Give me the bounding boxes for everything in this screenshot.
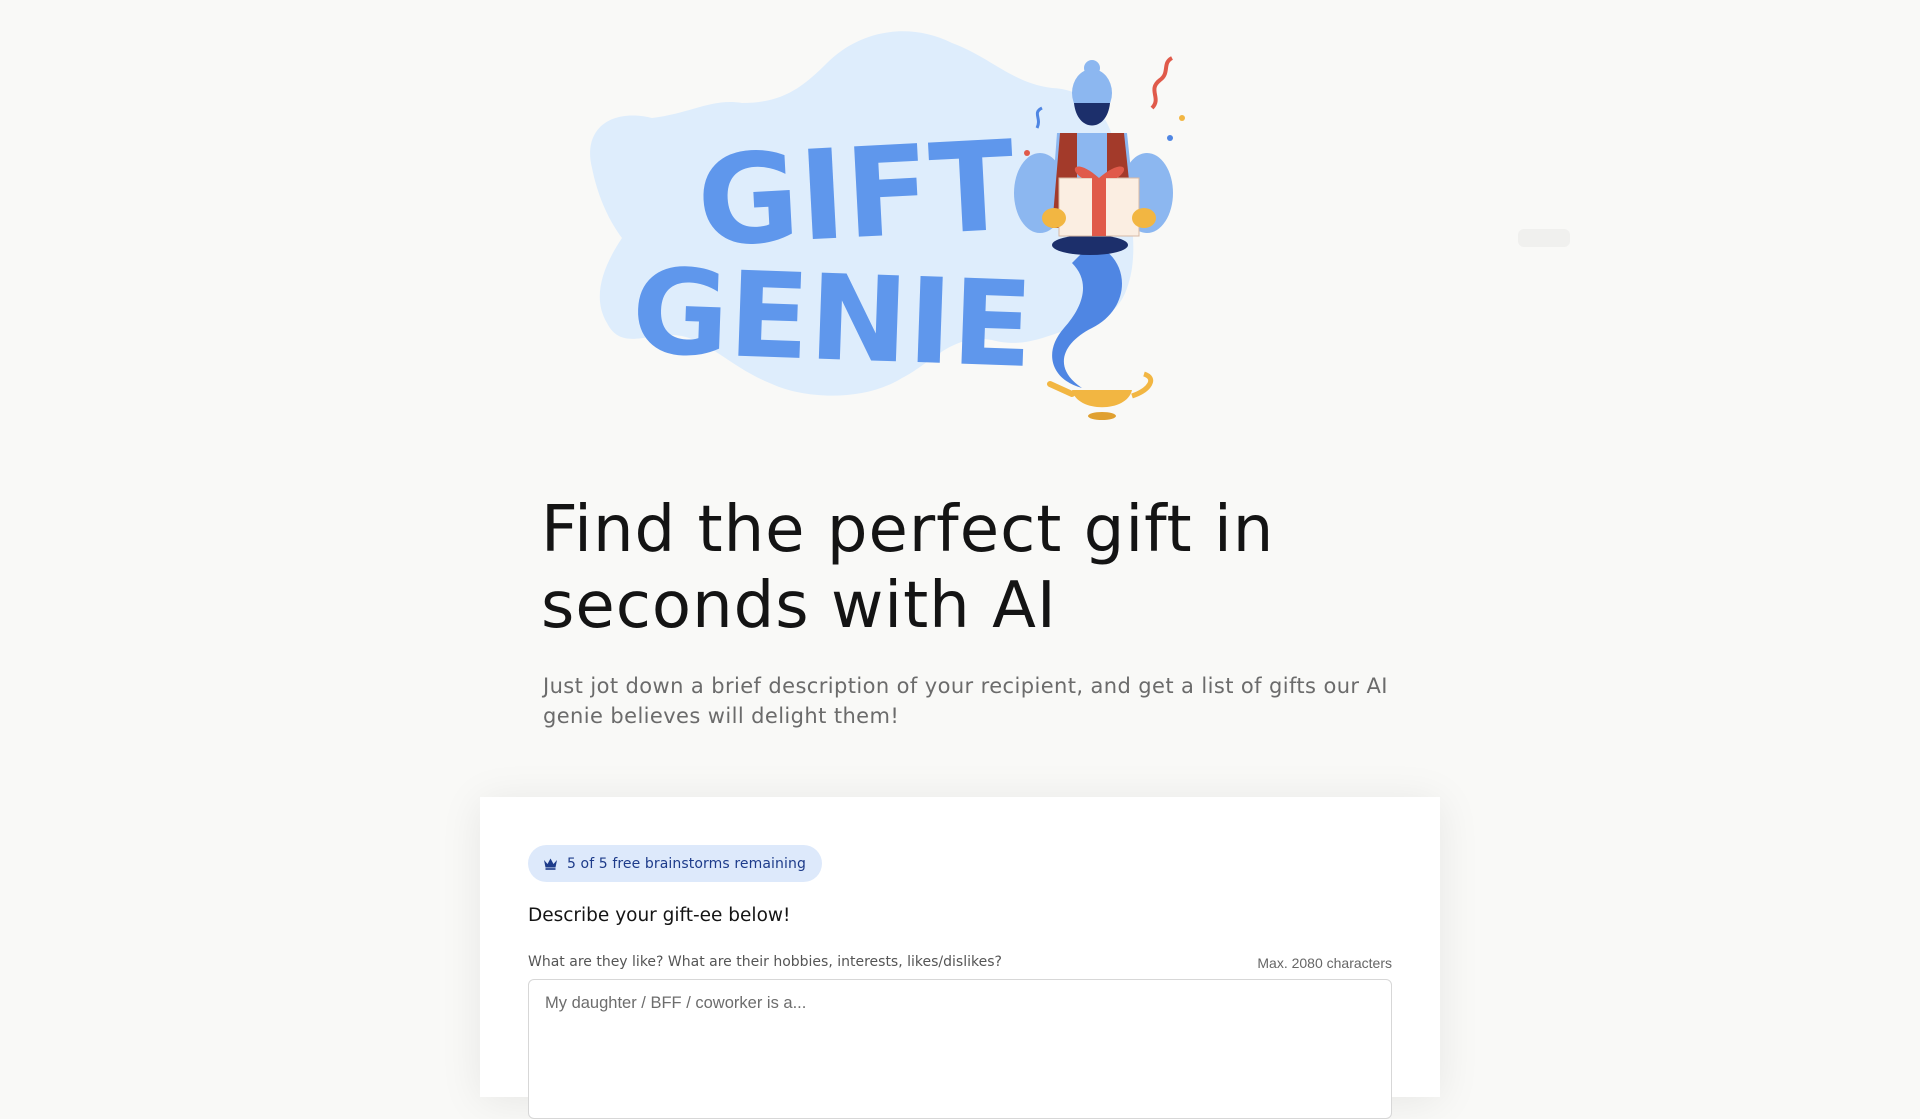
form-title: Describe your gift-ee below! xyxy=(528,905,791,926)
gift-genie-logo: GIFT GENIE xyxy=(590,31,1185,420)
page-headline: Find the perfect gift in seconds with AI xyxy=(541,493,1275,643)
hidden-control xyxy=(1518,229,1570,247)
page-subtitle: Just jot down a brief description of you… xyxy=(543,674,1388,728)
max-characters-hint: Max. 2080 characters xyxy=(1257,955,1392,971)
brainstorms-remaining-badge: 5 of 5 free brainstorms remaining xyxy=(528,845,822,882)
crown-icon xyxy=(544,858,557,870)
logo-word-genie: GENIE xyxy=(630,242,1035,394)
brainstorms-remaining-text: 5 of 5 free brainstorms remaining xyxy=(567,855,806,872)
gift-form-card: 5 of 5 free brainstorms remaining Descri… xyxy=(480,797,1440,1119)
recipient-description-input[interactable] xyxy=(528,979,1392,1119)
description-label: What are they like? What are their hobbi… xyxy=(528,954,1002,970)
